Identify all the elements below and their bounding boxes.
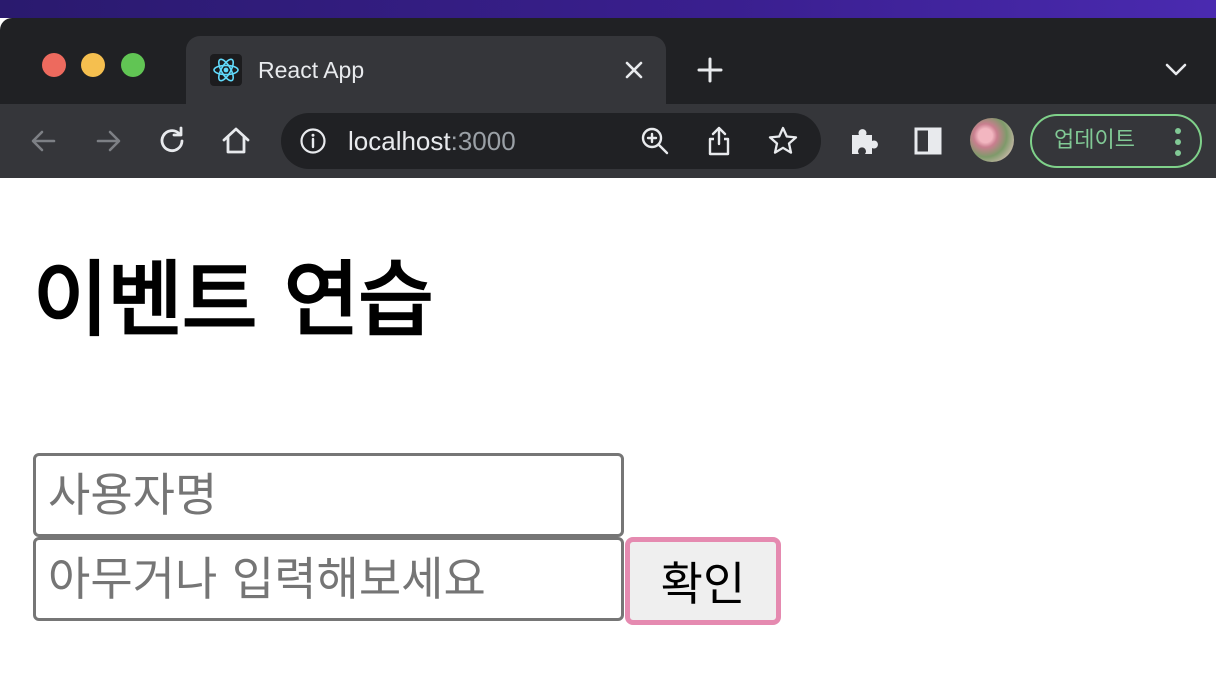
url-text: localhost:3000 — [348, 113, 516, 169]
site-info-icon[interactable] — [299, 127, 327, 155]
new-tab-button[interactable] — [694, 54, 726, 86]
macos-menu-bar — [0, 0, 1216, 18]
zoom-icon[interactable] — [639, 125, 671, 157]
confirm-button[interactable]: 확인 — [625, 537, 781, 625]
home-icon[interactable] — [216, 121, 256, 161]
profile-avatar[interactable] — [970, 118, 1014, 162]
message-input[interactable] — [33, 537, 624, 621]
url-host: localhost — [348, 126, 451, 156]
page-title: 이벤트 연습 — [33, 253, 434, 348]
bookmark-star-icon[interactable] — [767, 125, 799, 157]
tab-title: React App — [258, 57, 365, 83]
page-content: 이벤트 연습 확인 — [0, 178, 1216, 676]
close-window-button[interactable] — [42, 53, 66, 77]
close-tab-icon[interactable] — [622, 58, 646, 82]
url-port: :3000 — [450, 126, 516, 156]
extensions-puzzle-icon[interactable] — [844, 121, 884, 161]
minimize-window-button[interactable] — [81, 53, 105, 77]
forward-arrow-icon[interactable] — [88, 121, 128, 161]
react-logo-icon — [210, 54, 242, 86]
update-label: 업데이트 — [1054, 128, 1135, 153]
share-icon[interactable] — [703, 125, 735, 157]
zoom-window-button[interactable] — [121, 53, 145, 77]
reload-icon[interactable] — [152, 121, 192, 161]
update-button[interactable]: 업데이트 — [1030, 114, 1202, 168]
tab-search-chevron-icon[interactable] — [1164, 60, 1188, 80]
browser-window: React App localhost:3000 업데이트 이벤트 연습 사용자… — [0, 18, 1216, 676]
side-panel-icon[interactable] — [908, 121, 948, 161]
browser-toolbar: localhost:3000 업데이트 — [0, 104, 1216, 178]
tab-strip: React App — [0, 18, 1216, 104]
back-arrow-icon[interactable] — [24, 121, 64, 161]
more-menu-icon[interactable] — [1174, 128, 1182, 156]
address-bar[interactable]: localhost:3000 — [281, 113, 821, 169]
tab-react-app[interactable]: React App — [186, 36, 666, 104]
username-input[interactable] — [33, 453, 624, 537]
